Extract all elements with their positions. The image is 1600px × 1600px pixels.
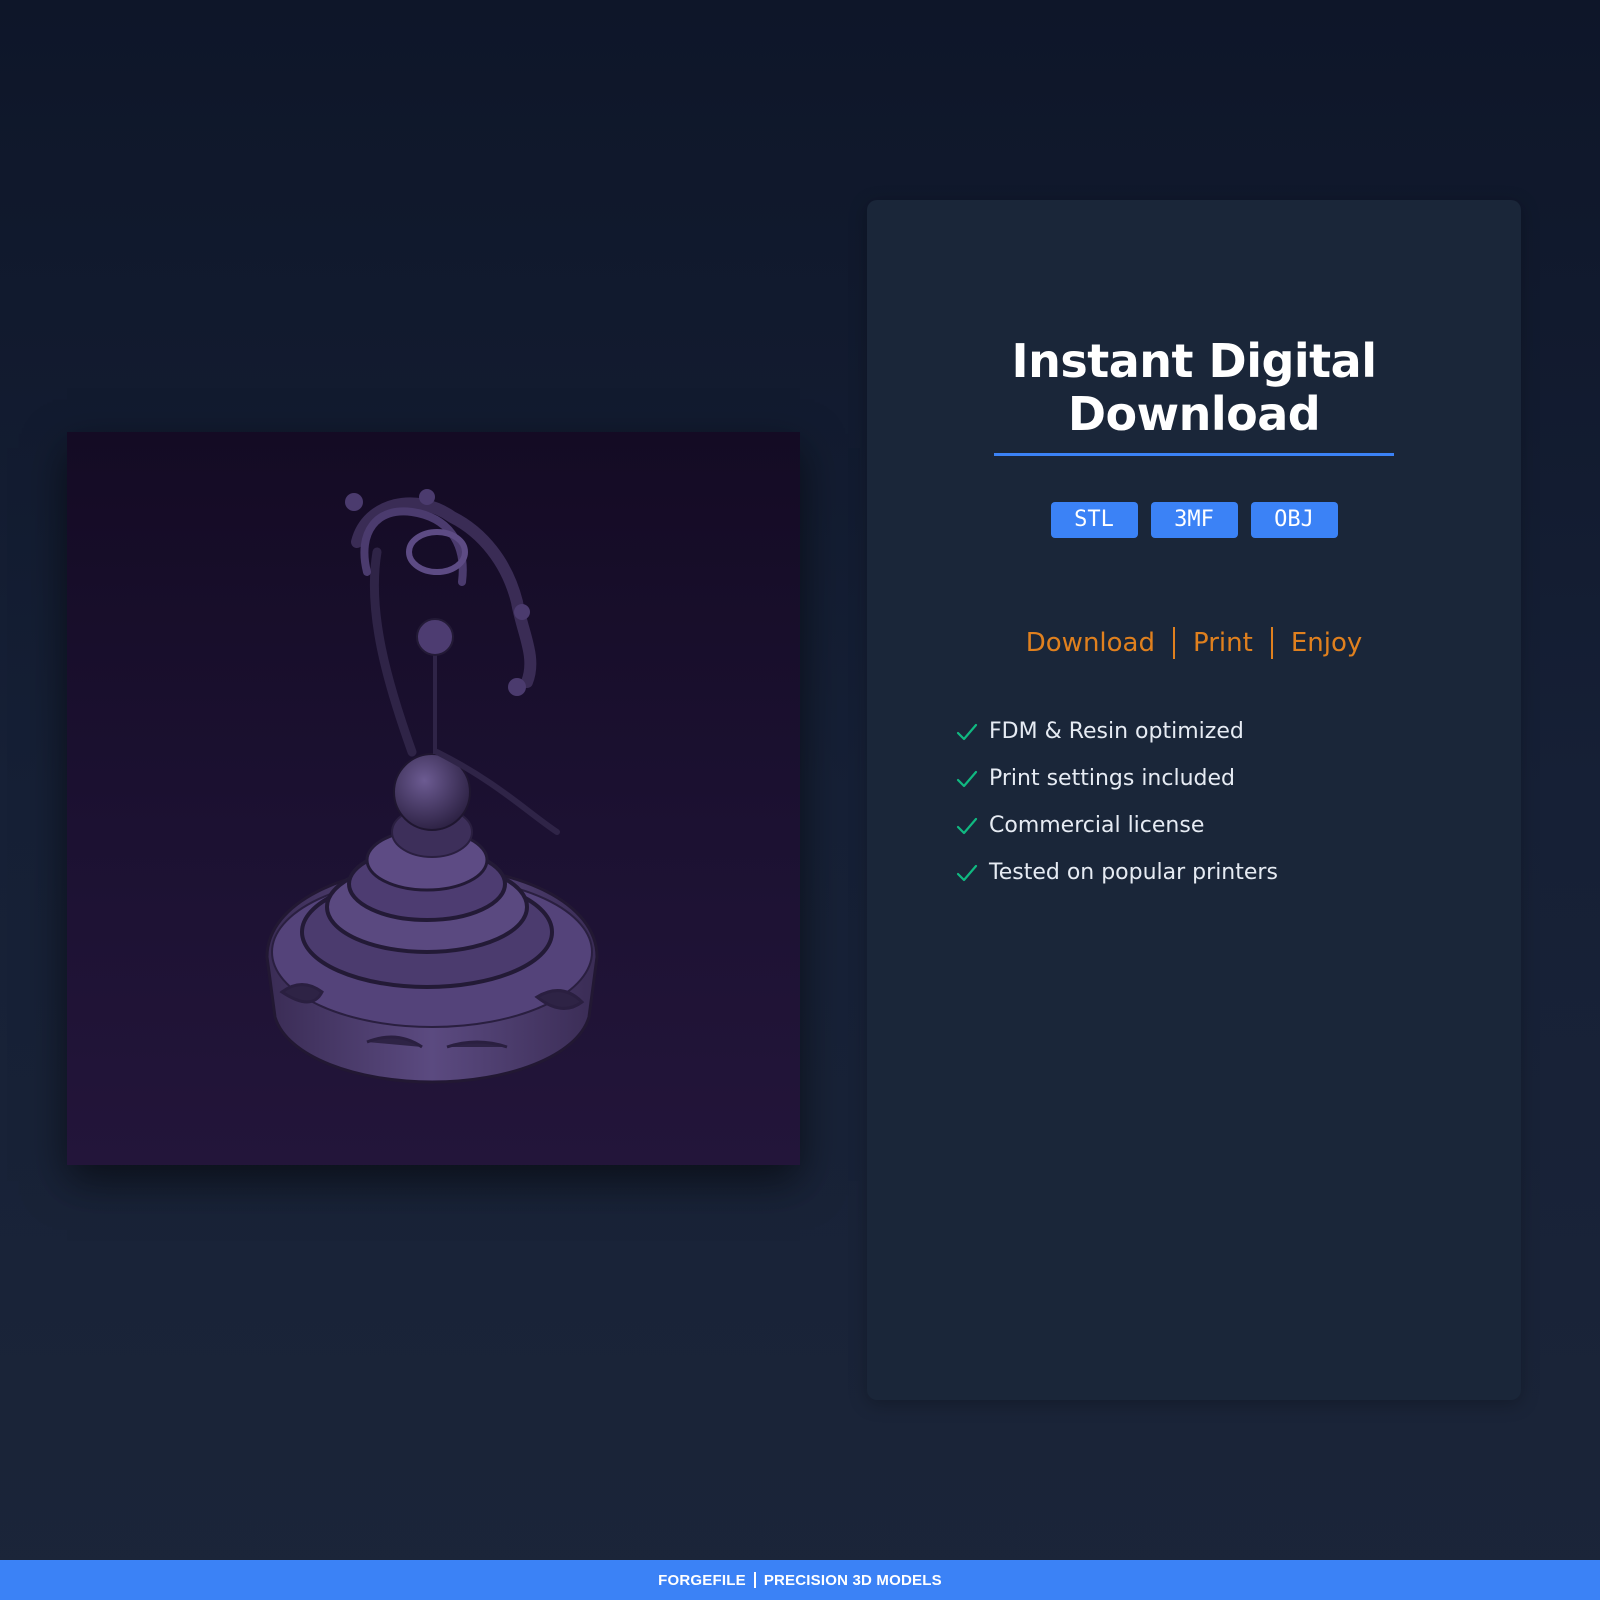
footer-bar: FORGEFILE PRECISION 3D MODELS	[0, 1560, 1600, 1600]
footer-subtitle: PRECISION 3D MODELS	[763, 1571, 942, 1589]
format-badge-obj: OBJ	[1250, 502, 1338, 538]
feature-list: FDM & Resin optimized Print settings inc…	[955, 708, 1278, 896]
feature-label: FDM & Resin optimized	[989, 719, 1244, 744]
feature-item: Print settings included	[955, 755, 1278, 802]
product-image	[67, 432, 800, 1165]
check-icon	[956, 770, 978, 787]
feature-label: Tested on popular printers	[989, 860, 1278, 885]
check-icon	[956, 864, 978, 881]
card-title-line2: Download	[1067, 387, 1321, 441]
tagline-enjoy: Enjoy	[1290, 628, 1363, 658]
tagline-separator	[1270, 627, 1273, 659]
feature-item: Tested on popular printers	[955, 849, 1278, 896]
tagline-download: Download	[1025, 628, 1155, 658]
feature-label: Commercial license	[989, 813, 1205, 838]
footer-separator	[753, 1572, 756, 1588]
feature-item: FDM & Resin optimized	[955, 708, 1278, 755]
check-icon	[956, 723, 978, 740]
tagline: Download Print Enjoy	[867, 623, 1521, 663]
footer-brand: FORGEFILE	[658, 1571, 746, 1589]
info-card: Instant Digital Download STL 3MF OBJ Dow…	[867, 200, 1521, 1400]
feature-item: Commercial license	[955, 802, 1278, 849]
format-badges: STL 3MF OBJ	[867, 502, 1521, 538]
title-underline	[994, 453, 1394, 456]
card-title: Instant Digital Download	[867, 335, 1521, 441]
card-title-line1: Instant Digital	[1011, 334, 1377, 388]
check-icon	[956, 817, 978, 834]
format-badge-3mf: 3MF	[1150, 502, 1238, 538]
tagline-separator	[1173, 627, 1175, 659]
format-badge-stl: STL	[1050, 502, 1138, 538]
bell-model-illustration	[265, 489, 599, 1084]
feature-label: Print settings included	[989, 766, 1235, 791]
tagline-print: Print	[1193, 628, 1253, 658]
